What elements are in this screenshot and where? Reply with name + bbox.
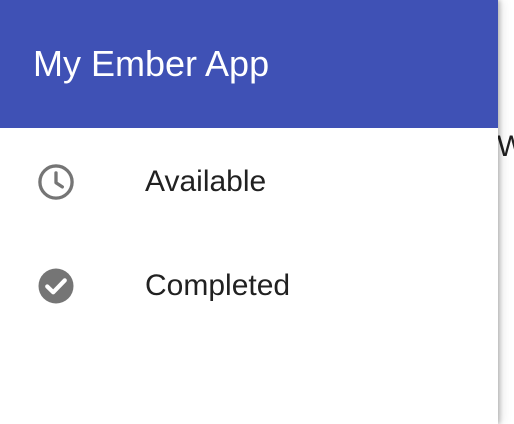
clock-icon xyxy=(35,161,77,203)
app-window: W My Ember App Available Completed xyxy=(0,0,514,424)
drawer-header: My Ember App xyxy=(0,0,498,128)
check-circle-icon xyxy=(35,265,77,307)
main-content-text: W xyxy=(497,130,514,163)
nav-item-completed[interactable]: Completed xyxy=(0,234,498,338)
nav-item-label: Available xyxy=(145,165,267,198)
nav-list: Available Completed xyxy=(0,130,498,338)
app-title: My Ember App xyxy=(33,43,270,84)
nav-item-label: Completed xyxy=(145,269,291,302)
navigation-drawer: My Ember App Available Completed xyxy=(0,0,498,424)
nav-item-available[interactable]: Available xyxy=(0,130,498,234)
